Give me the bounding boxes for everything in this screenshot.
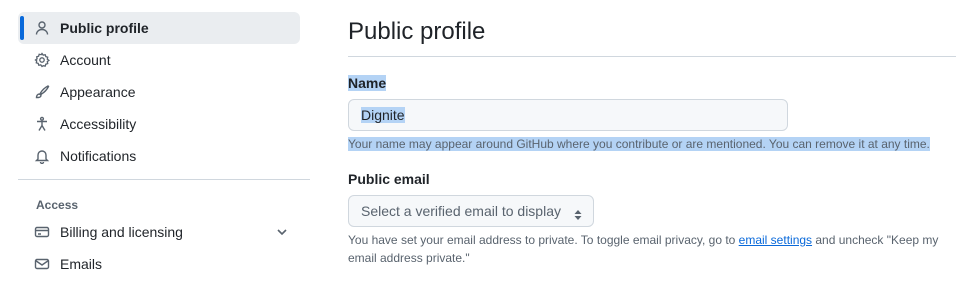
- sidebar-item-label: Notifications: [60, 148, 137, 164]
- name-label: Name: [348, 75, 387, 91]
- person-icon: [34, 20, 50, 36]
- sidebar-item-label: Emails: [60, 256, 103, 272]
- sidebar-item-label: Account: [60, 52, 111, 68]
- paintbrush-icon: [34, 84, 50, 100]
- title-divider: [348, 56, 956, 57]
- gear-icon: [34, 52, 50, 68]
- chevron-down-icon[interactable]: [274, 224, 290, 240]
- accessibility-icon: [34, 116, 50, 132]
- sidebar-item-billing[interactable]: Billing and licensing: [18, 216, 310, 248]
- main-content: Public profile Name Dignite Your name ma…: [348, 12, 956, 267]
- sidebar-item-account[interactable]: Account: [18, 44, 310, 76]
- mail-icon: [34, 256, 50, 272]
- public-email-note: You have set your email address to priva…: [348, 233, 939, 265]
- sidebar-item-label: Billing and licensing: [60, 224, 183, 240]
- name-note: Your name may appear around GitHub where…: [348, 137, 930, 151]
- credit-card-icon: [34, 224, 50, 240]
- sidebar-item-accessibility[interactable]: Accessibility: [18, 108, 310, 140]
- sidebar-divider: [18, 179, 310, 180]
- access-heading: Access: [36, 198, 79, 212]
- sidebar-item-label: Public profile: [60, 20, 149, 36]
- email-settings-link[interactable]: email settings: [739, 233, 812, 247]
- settings-sidebar: Public profile Account Appearance Access…: [18, 12, 310, 280]
- sidebar-item-emails[interactable]: Emails: [18, 248, 310, 280]
- public-email-select[interactable]: Select a verified email to display: [348, 195, 594, 227]
- sidebar-item-public-profile[interactable]: Public profile: [18, 12, 300, 44]
- select-value: Select a verified email to display: [361, 203, 561, 219]
- name-input[interactable]: Dignite: [348, 99, 788, 131]
- sidebar-item-label: Appearance: [60, 84, 136, 100]
- bell-icon: [34, 148, 50, 164]
- sidebar-item-notifications[interactable]: Notifications: [18, 140, 310, 172]
- page-title: Public profile: [348, 18, 486, 45]
- sidebar-item-appearance[interactable]: Appearance: [18, 76, 310, 108]
- sidebar-item-label: Accessibility: [60, 116, 137, 132]
- public-email-label: Public email: [348, 171, 430, 187]
- select-caret-icon: [573, 203, 583, 220]
